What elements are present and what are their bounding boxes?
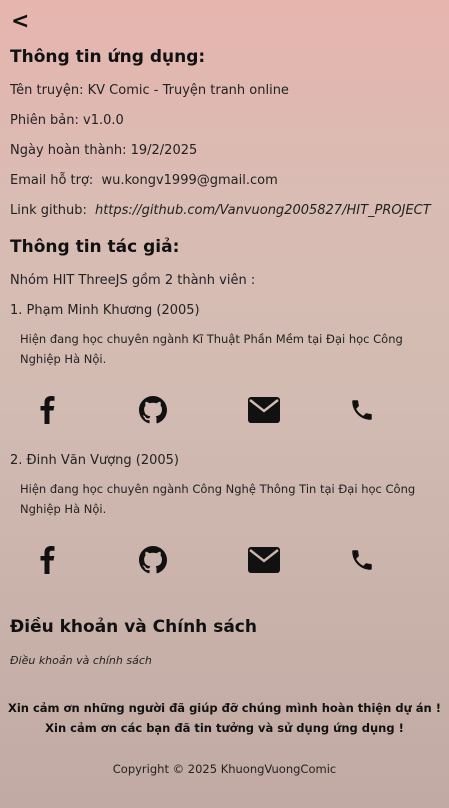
completion-date-value: 19/2/2025 [130, 143, 198, 158]
support-email-label: Email hỗ trợ: [10, 173, 94, 188]
member-description: Hiện đang học chuyên ngành Công Nghệ Thô… [20, 482, 416, 516]
facebook-icon[interactable] [31, 393, 65, 427]
thanks-text-1: Xin cảm ơn những người đã giúp đỡ chúng … [7, 701, 441, 715]
support-email-row: Email hỗ trợ: wu.kongv1999@gmail.com [10, 172, 278, 190]
github-label: Link github: [10, 203, 87, 218]
app-name-label: Tên truyện: [10, 83, 84, 98]
facebook-icon[interactable] [31, 543, 65, 577]
support-email-value[interactable]: wu.kongv1999@gmail.com [101, 173, 277, 188]
author-info-heading: Thông tin tác giả: [10, 237, 180, 257]
github-link[interactable]: https://github.com/Vanvuong2005827/HIT_P… [95, 203, 431, 218]
thanks-text-2: Xin cảm ơn các bạn đã tin tưởng và sử dụ… [45, 721, 404, 735]
phone-icon[interactable] [345, 393, 379, 427]
github-row: Link github: https://github.com/Vanvuong… [10, 202, 431, 220]
app-name-row: Tên truyện: KV Comic - Truyện tranh onli… [10, 82, 289, 100]
completion-date-label: Ngày hoàn thành: [10, 143, 127, 158]
app-name-value: KV Comic - Truyện tranh online [87, 83, 289, 98]
policy-link[interactable]: Điều khoản và chính sách [10, 653, 152, 669]
mail-icon[interactable] [247, 543, 281, 577]
back-button[interactable]: < [11, 9, 29, 35]
version-value: v1.0.0 [83, 113, 124, 128]
version-row: Phiên bản: v1.0.0 [10, 112, 124, 130]
completion-date-row: Ngày hoàn thành: 19/2/2025 [10, 142, 197, 160]
phone-icon[interactable] [345, 543, 379, 577]
mail-icon[interactable] [247, 393, 281, 427]
group-text: Nhóm HIT ThreeJS gồm 2 thành viên : [10, 273, 256, 288]
member-name: 1. Phạm Minh Khương (2005) [10, 303, 200, 318]
github-icon[interactable] [136, 393, 170, 427]
member-description: Hiện đang học chuyên ngành Kĩ Thuật Phần… [20, 332, 403, 366]
member-name: 2. Đinh Văn Vượng (2005) [10, 453, 179, 468]
copyright-text: Copyright © 2025 KhuongVuongComic [112, 762, 337, 776]
policy-heading: Điều khoản và Chính sách [10, 617, 257, 637]
version-label: Phiên bản: [10, 113, 79, 128]
app-info-heading: Thông tin ứng dụng: [10, 47, 206, 67]
github-icon[interactable] [136, 543, 170, 577]
